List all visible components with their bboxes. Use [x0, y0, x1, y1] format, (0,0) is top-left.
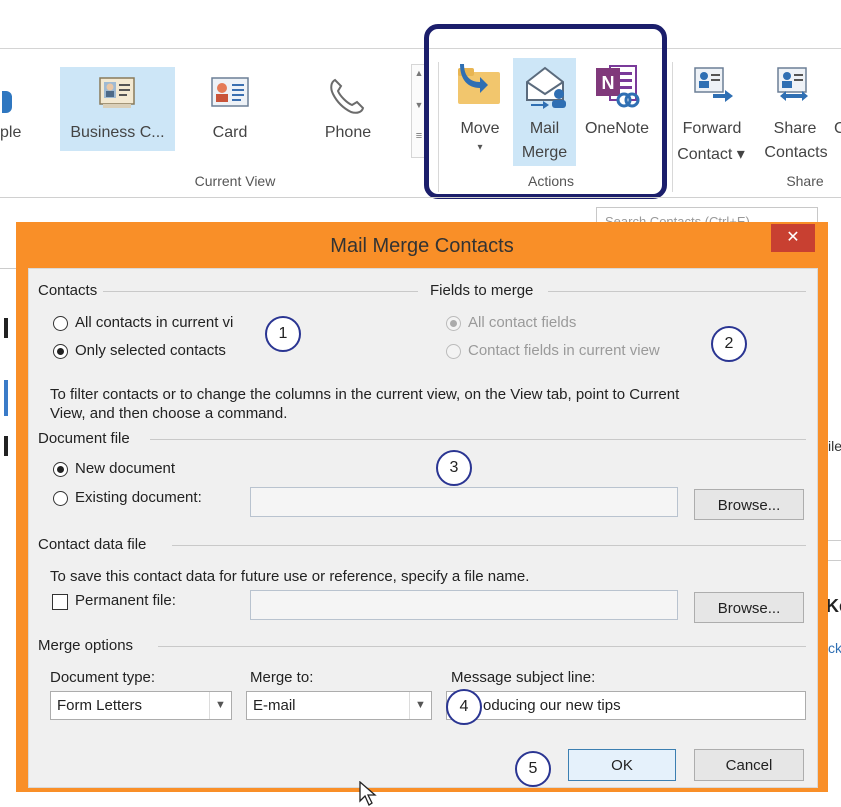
ok-button[interactable]: OK — [568, 749, 676, 781]
view-item-label-card[interactable]: Card — [190, 124, 270, 142]
ribbon-bottom-border — [0, 197, 841, 198]
section-divider — [172, 545, 806, 546]
view-item-label-phone[interactable]: Phone — [308, 124, 388, 142]
section-divider — [158, 646, 806, 647]
callout-1: 1 — [265, 316, 301, 352]
section-title-merge-options: Merge options — [38, 637, 140, 654]
forward-contact-icon[interactable] — [691, 64, 735, 104]
permanent-file-label[interactable]: Permanent file: — [75, 592, 176, 609]
browse-document-button[interactable]: Browse... — [694, 489, 804, 520]
existing-document-path-input[interactable] — [250, 487, 678, 517]
section-divider — [150, 439, 806, 440]
section-title-fields-to-merge: Fields to merge — [430, 282, 540, 299]
radio-label-existing-document[interactable]: Existing document: — [75, 489, 202, 506]
background-divider — [0, 268, 16, 269]
radio-label-all-contacts[interactable]: All contacts in current vi — [75, 314, 233, 331]
radio-all-contact-fields[interactable] — [446, 316, 461, 331]
radio-label-all-contact-fields[interactable]: All contact fields — [468, 314, 576, 331]
radio-label-contact-fields-current-view[interactable]: Contact fields in current view — [468, 342, 660, 359]
background-divider — [828, 540, 841, 541]
radio-existing-document[interactable] — [53, 491, 68, 506]
radio-only-selected-contacts[interactable] — [53, 344, 68, 359]
partial-ribbon-item: C — [834, 120, 841, 137]
section-divider — [548, 291, 806, 292]
permanent-file-path-input[interactable] — [250, 590, 678, 620]
ribbon-top-border — [0, 48, 841, 49]
radio-all-contacts[interactable] — [53, 316, 68, 331]
share-contacts-icon[interactable] — [772, 64, 816, 104]
share-contacts-label-line1[interactable]: Share — [760, 120, 830, 138]
radio-label-new-document[interactable]: New document — [75, 460, 175, 477]
dropdown-arrow-icon[interactable]: ▼ — [409, 692, 431, 719]
group-label-current-view: Current View — [194, 173, 276, 189]
document-type-label: Document type: — [50, 669, 156, 686]
section-title-contacts: Contacts — [38, 282, 104, 299]
section-title-contact-data-file: Contact data file — [38, 536, 153, 553]
mouse-cursor-icon — [359, 781, 379, 807]
document-type-select[interactable]: Form Letters — [50, 691, 232, 720]
callout-3: 3 — [436, 450, 472, 486]
merge-to-select[interactable]: E-mail — [246, 691, 432, 720]
actions-highlight-box — [424, 24, 667, 199]
filter-help-text-line2: View, and then choose a command. — [50, 405, 288, 422]
callout-4: 4 — [446, 689, 482, 725]
contact-card-icon — [97, 76, 137, 110]
phone-icon[interactable] — [327, 76, 367, 116]
section-title-document-file: Document file — [38, 430, 136, 447]
radio-label-only-selected[interactable]: Only selected contacts — [75, 342, 226, 359]
message-subject-input[interactable]: oducing our new tips — [446, 691, 806, 720]
background-divider — [828, 560, 841, 561]
callout-5: 5 — [515, 751, 551, 787]
radio-new-document[interactable] — [53, 462, 68, 477]
dropdown-arrow-icon[interactable]: ▼ — [209, 692, 231, 719]
dialog-title: Mail Merge Contacts — [330, 235, 514, 257]
close-icon[interactable]: ✕ — [771, 224, 815, 252]
partial-view-icon — [2, 91, 12, 113]
contact-data-help-text: To save this contact data for future use… — [50, 568, 530, 585]
background-fragment — [4, 380, 8, 416]
permanent-file-checkbox[interactable] — [52, 594, 68, 610]
partial-view-item-label[interactable]: ple — [0, 124, 34, 142]
message-subject-label: Message subject line: — [451, 669, 596, 686]
share-contacts-label-line2[interactable]: Contacts — [756, 144, 836, 162]
card-icon[interactable] — [210, 76, 250, 110]
callout-2: 2 — [711, 326, 747, 362]
merge-to-label: Merge to: — [250, 669, 314, 686]
section-divider — [100, 291, 418, 292]
filter-help-text-line1: To filter contacts or to change the colu… — [50, 386, 680, 403]
view-item-label-business-card: Business C... — [70, 124, 165, 141]
background-text-fragment: ck — [828, 640, 841, 656]
forward-contact-label-line2[interactable]: Contact ▾ — [668, 144, 754, 164]
background-text-fragment: ile — [828, 438, 841, 454]
forward-contact-label-line1[interactable]: Forward — [672, 120, 752, 138]
radio-contact-fields-current-view[interactable] — [446, 344, 461, 359]
cancel-button[interactable]: Cancel — [694, 749, 804, 781]
background-text-fragment: Ke — [826, 596, 841, 616]
background-fragment — [4, 436, 8, 456]
browse-permanent-file-button[interactable]: Browse... — [694, 592, 804, 623]
background-fragment — [4, 318, 8, 338]
group-label-share: Share — [786, 173, 824, 189]
